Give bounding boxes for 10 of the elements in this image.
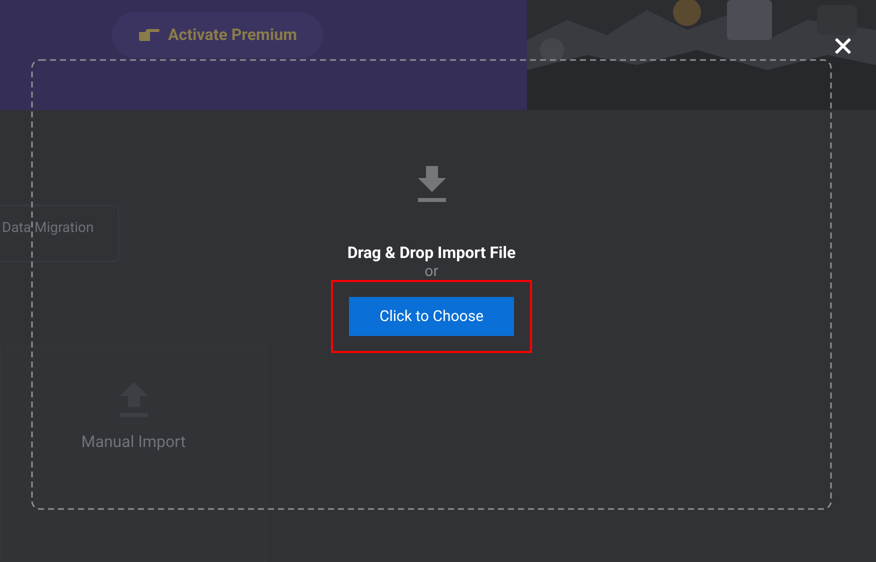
pointing-hand-icon <box>138 27 160 43</box>
separator-text: or <box>424 263 438 279</box>
card-label: Manual Import <box>81 431 186 453</box>
import-card[interactable]: Manual Import <box>0 345 267 562</box>
dialog-title: Drag & Drop Import File <box>347 243 516 263</box>
premium-button[interactable]: Activate Premium <box>112 12 323 58</box>
choose-button[interactable]: Click to Choose <box>349 297 514 336</box>
close-button[interactable] <box>832 35 854 57</box>
download-icon <box>416 166 446 203</box>
migration-button[interactable]: Data Migration <box>0 205 119 262</box>
